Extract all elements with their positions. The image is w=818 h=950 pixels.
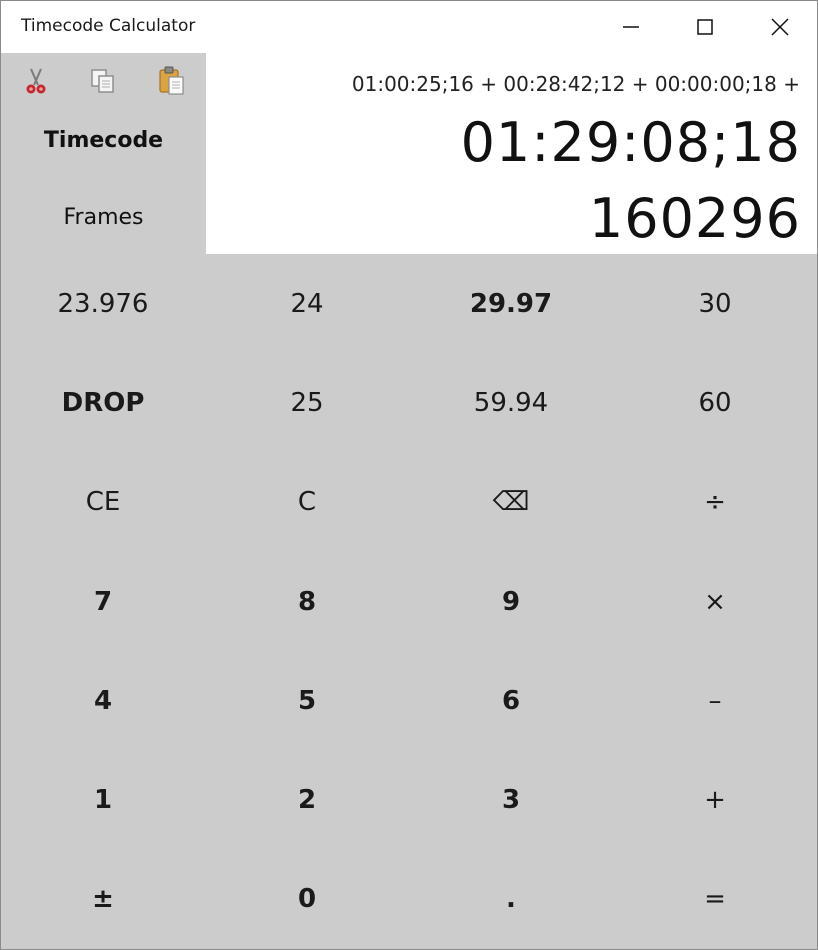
digit-2-button[interactable]: 2: [205, 750, 409, 849]
close-button[interactable]: [742, 1, 817, 53]
digit-6-button[interactable]: 6: [409, 651, 613, 750]
maximize-button[interactable]: [667, 1, 742, 53]
frames-mode-button[interactable]: Frames: [1, 205, 206, 230]
display-panel: 01:00:25;16 + 00:28:42;12 + 00:00:00;18 …: [206, 53, 817, 254]
subtract-button[interactable]: –: [613, 651, 817, 750]
close-icon: [770, 18, 789, 36]
digit-8-button[interactable]: 8: [205, 552, 409, 651]
clear-entry-button[interactable]: CE: [1, 453, 205, 552]
fps-30-button[interactable]: 30: [613, 254, 817, 353]
negate-button[interactable]: ±: [1, 850, 205, 949]
scissors-icon: [26, 68, 46, 94]
decimal-button[interactable]: .: [409, 850, 613, 949]
fps-24-button[interactable]: 24: [205, 254, 409, 353]
backspace-button[interactable]: ⌫: [409, 453, 613, 552]
cut-button[interactable]: [11, 61, 61, 101]
paste-button[interactable]: [147, 61, 197, 101]
title-bar[interactable]: Timecode Calculator: [1, 1, 817, 53]
drop-frame-button[interactable]: DROP: [1, 353, 205, 452]
copy-button[interactable]: [78, 61, 128, 101]
fps-2997-button[interactable]: 29.97: [409, 254, 613, 353]
timecode-result: 01:29:08;18: [460, 111, 801, 174]
digit-4-button[interactable]: 4: [1, 651, 205, 750]
timecode-mode-button[interactable]: Timecode: [1, 128, 206, 153]
window-title: Timecode Calculator: [21, 16, 196, 36]
maximize-icon: [696, 19, 713, 35]
fps-23976-button[interactable]: 23.976: [1, 254, 205, 353]
mode-panel: Timecode Frames: [1, 53, 206, 254]
add-button[interactable]: +: [613, 750, 817, 849]
digit-7-button[interactable]: 7: [1, 552, 205, 651]
equals-button[interactable]: =: [613, 850, 817, 949]
fps-25-button[interactable]: 25: [205, 353, 409, 452]
app-window: Timecode Calculator Timecode Frames 01:0…: [0, 0, 818, 950]
digit-9-button[interactable]: 9: [409, 552, 613, 651]
divide-button[interactable]: ÷: [613, 453, 817, 552]
expression-display: 01:00:25;16 + 00:28:42;12 + 00:00:00;18 …: [351, 72, 800, 96]
keypad: 23.976 24 29.97 30 DROP 25 59.94 60 CE C…: [1, 254, 817, 949]
digit-1-button[interactable]: 1: [1, 750, 205, 849]
digit-3-button[interactable]: 3: [409, 750, 613, 849]
minimize-icon: [622, 26, 639, 28]
digit-5-button[interactable]: 5: [205, 651, 409, 750]
fps-60-button[interactable]: 60: [613, 353, 817, 452]
frames-result: 160296: [588, 187, 801, 250]
digit-0-button[interactable]: 0: [205, 850, 409, 949]
minimize-button[interactable]: [593, 1, 668, 53]
copy-icon: [91, 69, 114, 93]
paste-icon: [159, 66, 184, 95]
fps-5994-button[interactable]: 59.94: [409, 353, 613, 452]
clear-button[interactable]: C: [205, 453, 409, 552]
multiply-button[interactable]: ×: [613, 552, 817, 651]
